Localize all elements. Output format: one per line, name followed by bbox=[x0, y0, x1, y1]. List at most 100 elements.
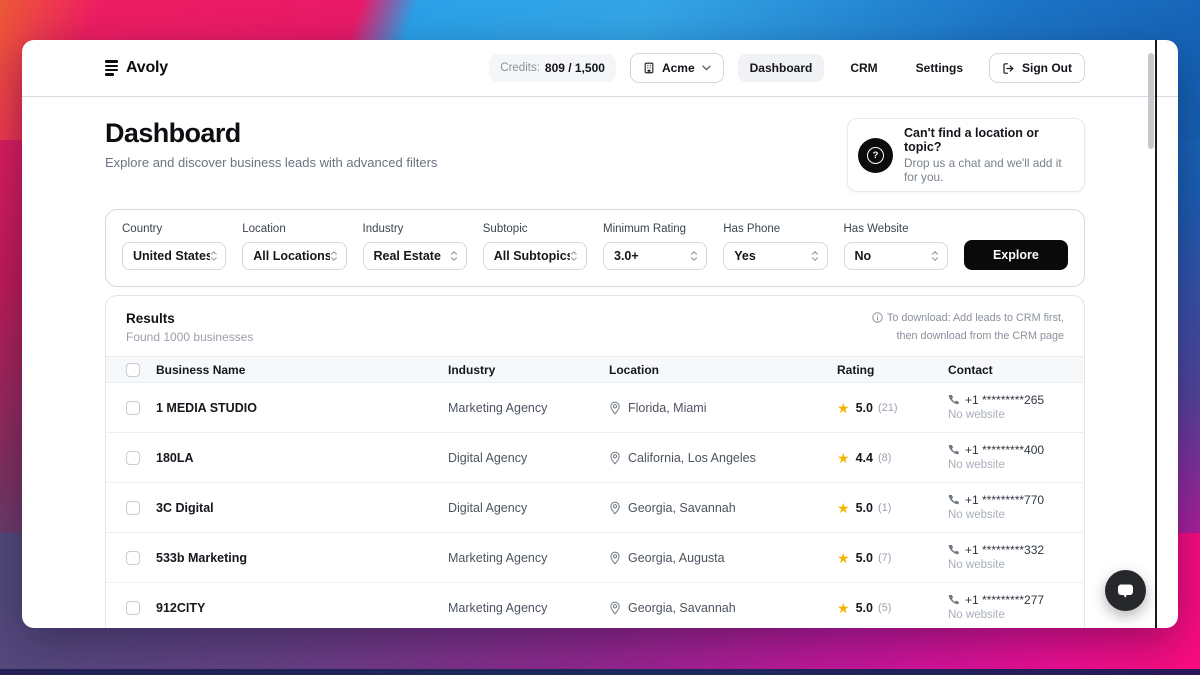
chat-bubble-icon bbox=[1116, 582, 1135, 600]
filter-select[interactable]: United States bbox=[122, 242, 226, 270]
page-title-block: Dashboard Explore and discover business … bbox=[105, 118, 437, 170]
row-checkbox[interactable] bbox=[126, 451, 140, 465]
filter-label: Minimum Rating bbox=[603, 223, 707, 235]
sign-out-icon bbox=[1002, 62, 1015, 75]
filter-label: Has Phone bbox=[723, 223, 827, 235]
results-panel: Results Found 1000 businesses To downloa… bbox=[105, 295, 1085, 628]
filter-field-country: Country United States bbox=[122, 223, 226, 270]
rating-value: 5.0 bbox=[856, 551, 873, 565]
star-icon bbox=[837, 601, 850, 615]
app-window: Avoly Credits: 809 / 1,500 Acme Dashboar… bbox=[22, 40, 1178, 628]
column-business-name: Business Name bbox=[156, 363, 448, 377]
filter-field-location: Location All Locations bbox=[242, 223, 346, 270]
business-website: No website bbox=[948, 409, 1005, 421]
filter-select[interactable]: 3.0+ bbox=[603, 242, 707, 270]
scrollbar-thumb[interactable] bbox=[1148, 53, 1154, 149]
business-phone: +1 *********332 bbox=[965, 544, 1044, 556]
table-row: 1 MEDIA STUDIO Marketing Agency Florida,… bbox=[106, 383, 1084, 433]
chat-widget-button[interactable] bbox=[1105, 570, 1146, 611]
business-phone: +1 *********277 bbox=[965, 594, 1044, 606]
results-count: Found 1000 businesses bbox=[126, 330, 253, 344]
review-count: (8) bbox=[878, 452, 891, 464]
help-card-subtitle: Drop us a chat and we'll add it for you. bbox=[904, 156, 1074, 184]
business-name: 1 MEDIA STUDIO bbox=[156, 401, 448, 415]
table-body: 1 MEDIA STUDIO Marketing Agency Florida,… bbox=[106, 383, 1084, 628]
filter-selected-value: All Subtopics bbox=[494, 249, 571, 263]
business-website: No website bbox=[948, 459, 1005, 471]
filter-selected-value: Yes bbox=[734, 249, 756, 263]
nav-actions: Credits: 809 / 1,500 Acme Dashboard CRM … bbox=[489, 53, 1085, 83]
column-industry: Industry bbox=[448, 363, 609, 377]
filter-field-has-website: Has Website No bbox=[844, 223, 948, 270]
page-header: Dashboard Explore and discover business … bbox=[105, 118, 1085, 192]
row-checkbox[interactable] bbox=[126, 401, 140, 415]
filter-label: Industry bbox=[363, 223, 467, 235]
phone-icon bbox=[948, 394, 959, 405]
business-location: California, Los Angeles bbox=[628, 451, 756, 465]
results-title: Results bbox=[126, 311, 253, 326]
location-pin-icon bbox=[609, 551, 621, 565]
table-row: 3C Digital Digital Agency Georgia, Savan… bbox=[106, 483, 1084, 533]
avoly-logo[interactable]: Avoly bbox=[105, 59, 168, 77]
business-website: No website bbox=[948, 609, 1005, 621]
results-header: Results Found 1000 businesses To downloa… bbox=[106, 311, 1084, 344]
business-name: 3C Digital bbox=[156, 501, 448, 515]
rating-value: 5.0 bbox=[856, 601, 873, 615]
business-location: Georgia, Savannah bbox=[628, 501, 736, 515]
business-name: 912CITY bbox=[156, 601, 448, 615]
select-all-checkbox[interactable] bbox=[126, 363, 140, 377]
nav-settings[interactable]: Settings bbox=[904, 54, 975, 82]
rating-value: 5.0 bbox=[856, 501, 873, 515]
chevron-updown-icon bbox=[931, 250, 939, 262]
filter-select[interactable]: All Locations bbox=[242, 242, 346, 270]
review-count: (1) bbox=[878, 502, 891, 514]
chevron-updown-icon bbox=[330, 250, 338, 262]
review-count: (21) bbox=[878, 402, 898, 414]
filter-select[interactable]: Real Estate bbox=[363, 242, 467, 270]
nav-crm[interactable]: CRM bbox=[838, 54, 889, 82]
credits-label: Credits: bbox=[500, 62, 540, 74]
location-pin-icon bbox=[609, 401, 621, 415]
org-switcher-button[interactable]: Acme bbox=[630, 53, 724, 83]
phone-icon bbox=[948, 544, 959, 555]
business-location: Georgia, Augusta bbox=[628, 551, 725, 565]
org-name: Acme bbox=[662, 61, 695, 75]
column-rating: Rating bbox=[837, 363, 948, 377]
chevron-updown-icon bbox=[210, 250, 218, 262]
business-website: No website bbox=[948, 509, 1005, 521]
filter-field-minimum-rating: Minimum Rating 3.0+ bbox=[603, 223, 707, 270]
row-checkbox[interactable] bbox=[126, 551, 140, 565]
row-checkbox[interactable] bbox=[126, 601, 140, 615]
download-note-line1: To download: Add leads to CRM first, bbox=[887, 312, 1064, 324]
filter-label: Subtopic bbox=[483, 223, 587, 235]
business-industry: Digital Agency bbox=[448, 501, 609, 515]
business-industry: Marketing Agency bbox=[448, 551, 609, 565]
nav-dashboard[interactable]: Dashboard bbox=[738, 54, 825, 82]
review-count: (5) bbox=[878, 602, 891, 614]
brand-name: Avoly bbox=[126, 59, 168, 77]
filter-select[interactable]: All Subtopics bbox=[483, 242, 587, 270]
rating-value: 5.0 bbox=[856, 401, 873, 415]
filter-field-has-phone: Has Phone Yes bbox=[723, 223, 827, 270]
business-phone: +1 *********770 bbox=[965, 494, 1044, 506]
results-title-block: Results Found 1000 businesses bbox=[126, 311, 253, 344]
filter-select[interactable]: No bbox=[844, 242, 948, 270]
explore-button[interactable]: Explore bbox=[964, 240, 1068, 270]
filter-select[interactable]: Yes bbox=[723, 242, 827, 270]
location-pin-icon bbox=[609, 451, 621, 465]
sign-out-button[interactable]: Sign Out bbox=[989, 53, 1085, 83]
row-checkbox[interactable] bbox=[126, 501, 140, 515]
filter-label: Location bbox=[242, 223, 346, 235]
avoly-logo-icon bbox=[105, 60, 118, 76]
business-phone: +1 *********400 bbox=[965, 444, 1044, 456]
download-note-line2: then download from the CRM page bbox=[897, 330, 1064, 342]
filter-selected-value: 3.0+ bbox=[614, 249, 639, 263]
review-count: (7) bbox=[878, 552, 891, 564]
table-header-row: Business Name Industry Location Rating C… bbox=[106, 356, 1084, 383]
credits-badge: Credits: 809 / 1,500 bbox=[489, 54, 616, 82]
help-card-text: Can't find a location or topic? Drop us … bbox=[904, 126, 1074, 184]
help-card[interactable]: Can't find a location or topic? Drop us … bbox=[847, 118, 1085, 192]
column-location: Location bbox=[609, 363, 837, 377]
page-title: Dashboard bbox=[105, 118, 437, 149]
filter-label: Has Website bbox=[844, 223, 948, 235]
